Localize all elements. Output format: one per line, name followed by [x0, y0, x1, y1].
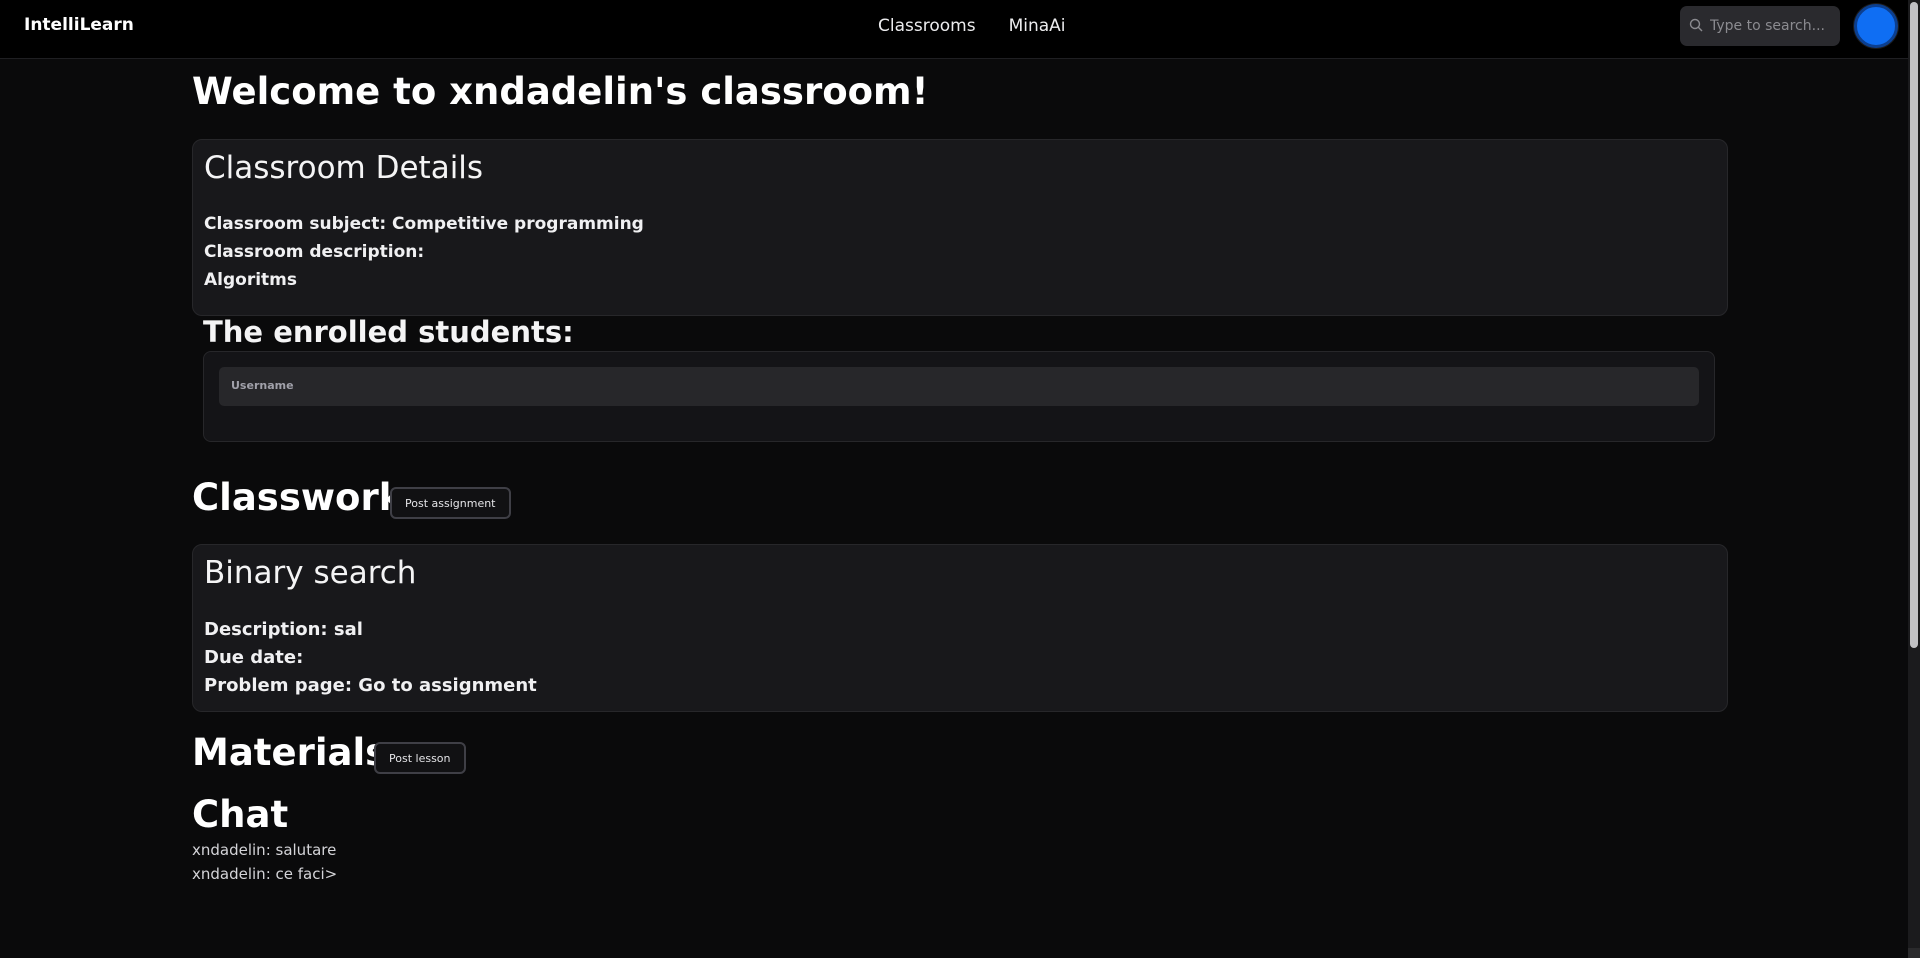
- search-box[interactable]: [1680, 6, 1840, 46]
- enrolled-students-table: Username: [203, 351, 1715, 442]
- scrollbar-thumb[interactable]: [1910, 2, 1918, 648]
- page-scrollbar[interactable]: [1908, 0, 1920, 958]
- user-avatar[interactable]: [1854, 4, 1898, 48]
- search-icon: [1689, 17, 1703, 36]
- nav-link-minaai[interactable]: MinaAi: [1009, 16, 1066, 36]
- column-header-username: Username: [231, 379, 294, 392]
- nav-link-classrooms[interactable]: Classrooms: [878, 16, 976, 36]
- classroom-details-card: Classroom Details Classroom subject: Com…: [192, 139, 1728, 316]
- top-navbar: IntelliLearn Classrooms MinaAi: [0, 0, 1908, 59]
- classroom-description-label: Classroom description:: [204, 242, 425, 262]
- assignment-title: Binary search: [204, 555, 417, 591]
- classroom-subject: Classroom subject: Competitive programmi…: [204, 214, 644, 234]
- page-title: Welcome to xndadelin's classroom!: [192, 70, 929, 113]
- chat-title: Chat: [192, 793, 289, 836]
- chat-message: xndadelin: salutare: [192, 841, 337, 859]
- assignment-card[interactable]: Binary search Description: sal Due date:…: [192, 544, 1728, 712]
- nav-links: Classrooms MinaAi: [878, 16, 1066, 36]
- post-assignment-button[interactable]: Post assignment: [390, 487, 511, 519]
- scrollbar-corner: [1908, 948, 1920, 958]
- classroom-details-title: Classroom Details: [204, 150, 484, 186]
- search-input[interactable]: [1708, 17, 1833, 35]
- brand-logo[interactable]: IntelliLearn: [24, 15, 134, 35]
- assignment-problem-link[interactable]: Problem page: Go to assignment: [204, 675, 537, 696]
- materials-title: Materials: [192, 731, 388, 774]
- table-header-row: Username: [219, 367, 1699, 406]
- chat-message: xndadelin: ce faci>: [192, 865, 338, 883]
- assignment-description: Description: sal: [204, 619, 363, 640]
- classroom-description-value: Algoritms: [204, 270, 298, 290]
- enrolled-students-heading: The enrolled students:: [203, 315, 574, 349]
- classwork-title: Classwork: [192, 476, 404, 519]
- assignment-due-date: Due date:: [204, 647, 304, 668]
- post-lesson-button[interactable]: Post lesson: [374, 742, 466, 774]
